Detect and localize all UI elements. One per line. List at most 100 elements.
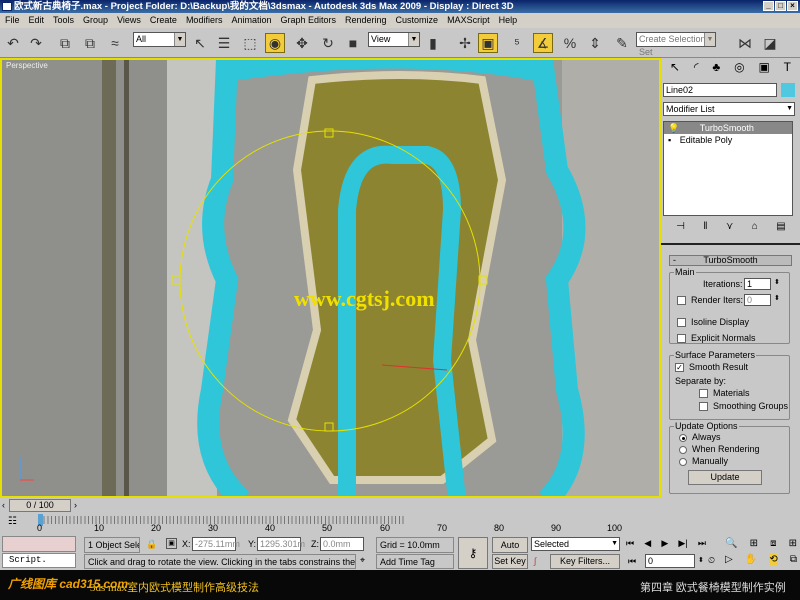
- menu-animation[interactable]: Animation: [231, 13, 271, 28]
- manually-radio[interactable]: [679, 457, 687, 466]
- absolute-mode-icon[interactable]: ▣: [166, 538, 177, 549]
- menu-modifiers[interactable]: Modifiers: [186, 13, 223, 28]
- smoothing-groups-checkbox[interactable]: [699, 402, 708, 412]
- zoom-extents-icon[interactable]: ⧈: [770, 538, 776, 549]
- object-color-swatch[interactable]: [781, 83, 795, 97]
- key-filters-button[interactable]: Key Filters...: [550, 554, 620, 569]
- spinner-arrows-icon[interactable]: ⬍: [774, 278, 780, 286]
- zoom-extents-all-icon[interactable]: ⊞: [789, 538, 797, 549]
- select-object-icon[interactable]: ↖: [190, 33, 210, 53]
- stack-item-editable-poly[interactable]: ▪ Editable Poly: [664, 134, 792, 146]
- unlink-icon[interactable]: ⧉: [80, 33, 100, 53]
- menu-edit[interactable]: Edit: [29, 13, 45, 28]
- configure-sets-icon[interactable]: ▤: [776, 221, 785, 232]
- z-coordinate-field[interactable]: 0.0mm: [320, 537, 364, 551]
- move-icon[interactable]: ✥: [292, 33, 312, 53]
- utilities-tab-icon[interactable]: T: [784, 60, 791, 80]
- stack-item-turbosmooth[interactable]: 💡 TurboSmooth: [664, 122, 792, 134]
- remove-modifier-icon[interactable]: ⌂: [752, 221, 758, 232]
- pan-hand-icon[interactable]: ✋: [745, 554, 757, 565]
- expand-icon[interactable]: ▪: [668, 135, 671, 145]
- key-mode-dropdown[interactable]: Selected ▼: [531, 537, 620, 551]
- menu-graph-editors[interactable]: Graph Editors: [280, 13, 336, 28]
- spinner-arrows-icon[interactable]: ⬍: [698, 556, 704, 564]
- perspective-viewport[interactable]: Perspective www.cgtsj.com: [0, 58, 661, 498]
- prev-frame-arrow[interactable]: ‹: [2, 500, 5, 510]
- lightbulb-icon[interactable]: 💡: [668, 123, 679, 133]
- field-of-view-icon[interactable]: ▷: [725, 554, 733, 565]
- update-button[interactable]: Update: [688, 470, 762, 485]
- previous-frame-icon[interactable]: ◀: [644, 538, 651, 549]
- set-key-mode-key-icon[interactable]: ⚷: [458, 537, 488, 569]
- maximize-viewport-icon[interactable]: ⧉: [790, 554, 797, 565]
- menu-create[interactable]: Create: [150, 13, 177, 28]
- time-configuration-icon[interactable]: ⏲: [708, 555, 715, 566]
- redo-icon[interactable]: ↷: [26, 33, 46, 53]
- reference-coordinate-dropdown[interactable]: View ▼: [368, 32, 420, 47]
- play-icon[interactable]: ▶: [661, 538, 668, 549]
- time-slider-thumb[interactable]: 0 / 100: [9, 499, 71, 512]
- arc-rotate-icon[interactable]: ⟲: [769, 554, 778, 565]
- explicit-normals-checkbox[interactable]: [677, 334, 686, 344]
- spinner-arrows-icon[interactable]: ⬍: [774, 294, 780, 302]
- bind-space-warp-icon[interactable]: ≈: [105, 33, 125, 53]
- default-tangent-icon[interactable]: ∫: [534, 556, 536, 566]
- maximize-button[interactable]: □: [775, 1, 786, 11]
- display-tab-icon[interactable]: ▣: [758, 60, 769, 80]
- menu-file[interactable]: File: [5, 13, 20, 28]
- key-mode-toggle-icon[interactable]: ⏮: [628, 556, 636, 567]
- always-radio[interactable]: [679, 433, 687, 442]
- when-rendering-radio[interactable]: [679, 445, 687, 454]
- set-key-button[interactable]: Set Key: [492, 554, 528, 569]
- menu-rendering[interactable]: Rendering: [345, 13, 387, 28]
- rectangular-selection-icon[interactable]: ⬚: [240, 33, 260, 53]
- motion-tab-icon[interactable]: ◎: [734, 60, 744, 80]
- object-name-field[interactable]: Line02: [663, 83, 777, 97]
- hierarchy-tab-icon[interactable]: ♣: [712, 60, 720, 80]
- rotate-icon[interactable]: ↻: [318, 33, 338, 53]
- smooth-result-checkbox[interactable]: ✓: [675, 363, 684, 373]
- menu-views[interactable]: Views: [117, 13, 141, 28]
- materials-checkbox[interactable]: [699, 389, 708, 399]
- menu-customize[interactable]: Customize: [396, 13, 439, 28]
- track-bar[interactable]: ☷ 0 10 20 30 40 50 60 70 80 90 100: [0, 514, 661, 536]
- next-frame-arrow[interactable]: ›: [74, 500, 77, 510]
- time-tag-icon[interactable]: ⌖: [360, 555, 365, 566]
- spinner-snap-icon[interactable]: ⇕: [585, 33, 605, 53]
- render-iters-checkbox[interactable]: [677, 296, 686, 306]
- turbosmooth-rollout-header[interactable]: - TurboSmooth: [669, 255, 792, 266]
- x-coordinate-field[interactable]: -275.11mm: [192, 537, 240, 551]
- go-to-end-icon[interactable]: ⏭: [698, 538, 706, 549]
- curve-editor-icon[interactable]: ☷: [8, 516, 17, 527]
- select-by-name-icon[interactable]: ☰: [214, 33, 234, 53]
- go-to-start-icon[interactable]: ⏮: [626, 538, 634, 549]
- edit-named-selection-icon[interactable]: ✎: [612, 33, 632, 53]
- pin-stack-icon[interactable]: ⊣: [676, 221, 685, 232]
- show-end-result-icon[interactable]: ‖: [703, 221, 707, 232]
- close-button[interactable]: ×: [787, 1, 798, 11]
- make-unique-icon[interactable]: ⋎: [726, 221, 733, 232]
- undo-icon[interactable]: ↶: [3, 33, 23, 53]
- keyboard-shortcut-override-icon[interactable]: ▣: [478, 33, 498, 53]
- render-iters-spinner[interactable]: 0: [744, 294, 771, 306]
- angle-snap-icon[interactable]: ∡: [533, 33, 553, 53]
- percent-snap-icon[interactable]: %: [560, 33, 580, 53]
- auto-key-button[interactable]: Auto Key: [492, 537, 528, 564]
- next-frame-icon[interactable]: ▶|: [678, 538, 687, 549]
- y-coordinate-field[interactable]: 1295.301m: [257, 537, 305, 551]
- menu-help[interactable]: Help: [499, 13, 518, 28]
- maxscript-listener-output[interactable]: [2, 536, 76, 552]
- zoom-all-icon[interactable]: ⊞: [750, 538, 758, 549]
- window-crossing-icon[interactable]: ◉: [265, 33, 285, 53]
- scale-icon[interactable]: ■: [343, 33, 363, 53]
- current-frame-field[interactable]: 0: [645, 554, 695, 568]
- mirror-icon[interactable]: ⋈: [735, 33, 755, 53]
- add-time-tag-button[interactable]: Add Time Tag: [376, 554, 454, 569]
- selection-filter-dropdown[interactable]: All ▼: [133, 32, 186, 47]
- select-manipulate-icon[interactable]: ✢: [455, 33, 475, 53]
- modifier-list-dropdown[interactable]: Modifier List ▼: [663, 102, 795, 116]
- align-icon[interactable]: ◪: [760, 33, 780, 53]
- menu-group[interactable]: Group: [83, 13, 108, 28]
- minimize-button[interactable]: _: [763, 1, 774, 11]
- modify-tab-icon[interactable]: ◜: [694, 60, 699, 80]
